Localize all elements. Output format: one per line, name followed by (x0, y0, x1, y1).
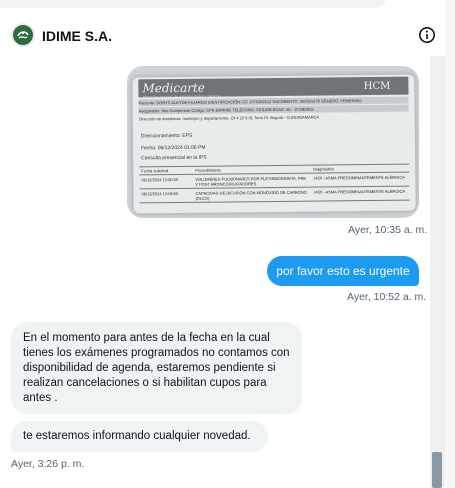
table-cell-procedure: VOLÚMENES PULMONARES POR PLETISMOGRAFÍA,… (195, 175, 307, 187)
hcm-logo: HCM (363, 80, 391, 93)
medical-order-document: Medicarte Atención integral de enfermeda… (132, 74, 416, 214)
info-icon (419, 27, 435, 43)
table-rule (139, 199, 410, 204)
right-edge (445, 0, 455, 488)
table-header-procedure: Procedimiento (195, 167, 221, 173)
message-timestamp: Ayer, 3:26 p. m. (11, 458, 85, 470)
table-cell-date: 06/12/2024 13:08:50 (141, 191, 179, 197)
top-strip (0, 0, 455, 10)
avatar[interactable] (11, 23, 35, 47)
conversation-header: IDIME S.A. (0, 16, 445, 56)
table-cell-diagnosis: J450 - ASMA PREDOMINANTEMENTE ALÉRGICA (313, 174, 405, 181)
table-header-date: Fecha solicitud (141, 168, 168, 174)
message-timestamp: Ayer, 10:35 a. m. (348, 224, 428, 236)
conversation-info-button[interactable] (418, 26, 436, 44)
table-rule (139, 163, 410, 168)
document-consult: Consulta presencial en la IPS (141, 154, 207, 162)
document-direction: Direccionamiento: EPS (140, 132, 193, 140)
idime-logo-icon (17, 31, 29, 39)
incoming-message[interactable]: En el momento para antes de la fecha en … (11, 322, 302, 414)
document-address-row: Dirección de residencia, municipio y dep… (138, 114, 320, 122)
document-insurer-row: Asegurador: Sas Compensar Código: CPS 60… (138, 104, 409, 115)
message-timestamp: Ayer, 10:52 a. m. (347, 291, 427, 303)
conversation-name[interactable]: IDIME S.A. (42, 28, 112, 44)
table-cell-diagnosis: J450 - ASMA PREDOMINANTEMENTE ALÉRGICA (313, 188, 406, 195)
table-cell-procedure: CAPACIDAD DE DIFUSIÓN CON MONÓXIDO DE CA… (195, 189, 307, 201)
incoming-message[interactable]: te estaremos informando cualquier noveda… (11, 421, 268, 452)
message-image[interactable]: Medicarte Atención integral de enfermeda… (127, 66, 419, 218)
message-list: Medicarte Atención integral de enfermeda… (0, 58, 430, 488)
scrollbar[interactable] (430, 56, 445, 488)
scrollbar-thumb[interactable] (432, 452, 442, 488)
document-date: Fecha: 06/12/2024 01:06 PM (141, 144, 206, 152)
outgoing-message[interactable]: por favor esto es urgente (267, 256, 419, 286)
table-cell-date: 06/12/2024 13:00:50 (141, 177, 179, 183)
search-bar-remnant[interactable] (0, 0, 386, 8)
table-header-diagnosis: Diagnóstico (313, 166, 335, 172)
document-header: Medicarte Atención integral de enfermeda… (138, 76, 409, 99)
